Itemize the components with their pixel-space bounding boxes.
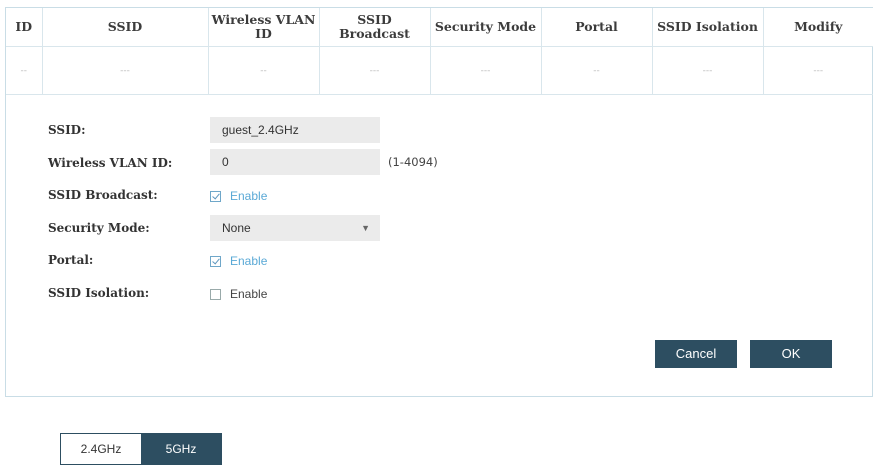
checkbox-checked-icon[interactable] [210, 190, 221, 202]
portal-checkbox[interactable]: Enable [210, 254, 267, 268]
ok-button[interactable]: OK [750, 340, 832, 368]
security-mode-select[interactable]: None ▼ [210, 215, 380, 241]
vlan-range-hint: (1-4094) [388, 155, 438, 169]
table-cell: --- [319, 46, 431, 95]
table-cell: -- [208, 46, 320, 95]
table-row: -- --- -- --- --- -- --- --- [6, 46, 873, 95]
isolation-label: SSID Isolation: [48, 286, 150, 300]
table-cell: -- [541, 46, 653, 95]
broadcast-checkbox[interactable]: Enable [210, 189, 267, 203]
col-header-isolation: SSID Isolation [652, 8, 764, 47]
ssid-input[interactable]: guest_2.4GHz [210, 117, 380, 143]
checkbox-checked-icon[interactable] [210, 255, 221, 267]
table-cell: -- [6, 46, 43, 95]
ssid-label: SSID: [48, 123, 86, 137]
table-cell: --- [763, 46, 873, 95]
cancel-button[interactable]: Cancel [655, 340, 737, 368]
tab-2-4ghz[interactable]: 2.4GHz [61, 434, 141, 464]
broadcast-enable-text: Enable [230, 189, 268, 203]
vlan-label: Wireless VLAN ID: [48, 156, 173, 170]
portal-enable-text: Enable [230, 254, 268, 268]
dropdown-arrow-icon: ▼ [361, 223, 370, 233]
col-header-portal: Portal [541, 8, 653, 47]
col-header-vlan: Wireless VLAN ID [208, 8, 320, 47]
vlan-input[interactable]: 0 [210, 149, 380, 175]
table-cell: --- [42, 46, 209, 95]
col-header-ssid: SSID [42, 8, 209, 47]
isolation-enable-text: Enable [230, 287, 268, 301]
col-header-broadcast: SSID Broadcast [319, 8, 431, 47]
broadcast-label: SSID Broadcast: [48, 188, 158, 202]
band-tabs: 2.4GHz 5GHz [60, 433, 222, 465]
table-cell: --- [430, 46, 542, 95]
col-header-id: ID [6, 8, 43, 47]
table-cell: --- [652, 46, 764, 95]
security-mode-value: None [222, 221, 251, 235]
ssid-panel: ID SSID Wireless VLAN ID SSID Broadcast … [5, 7, 873, 397]
security-label: Security Mode: [48, 221, 150, 235]
isolation-checkbox[interactable]: Enable [210, 287, 267, 301]
table-header-row: ID SSID Wireless VLAN ID SSID Broadcast … [6, 8, 873, 47]
portal-label: Portal: [48, 253, 94, 267]
col-header-modify: Modify [763, 8, 873, 47]
ssid-table: ID SSID Wireless VLAN ID SSID Broadcast … [6, 8, 873, 95]
tab-5ghz[interactable]: 5GHz [141, 434, 221, 464]
checkbox-unchecked-icon[interactable] [210, 288, 221, 300]
col-header-security: Security Mode [430, 8, 542, 47]
